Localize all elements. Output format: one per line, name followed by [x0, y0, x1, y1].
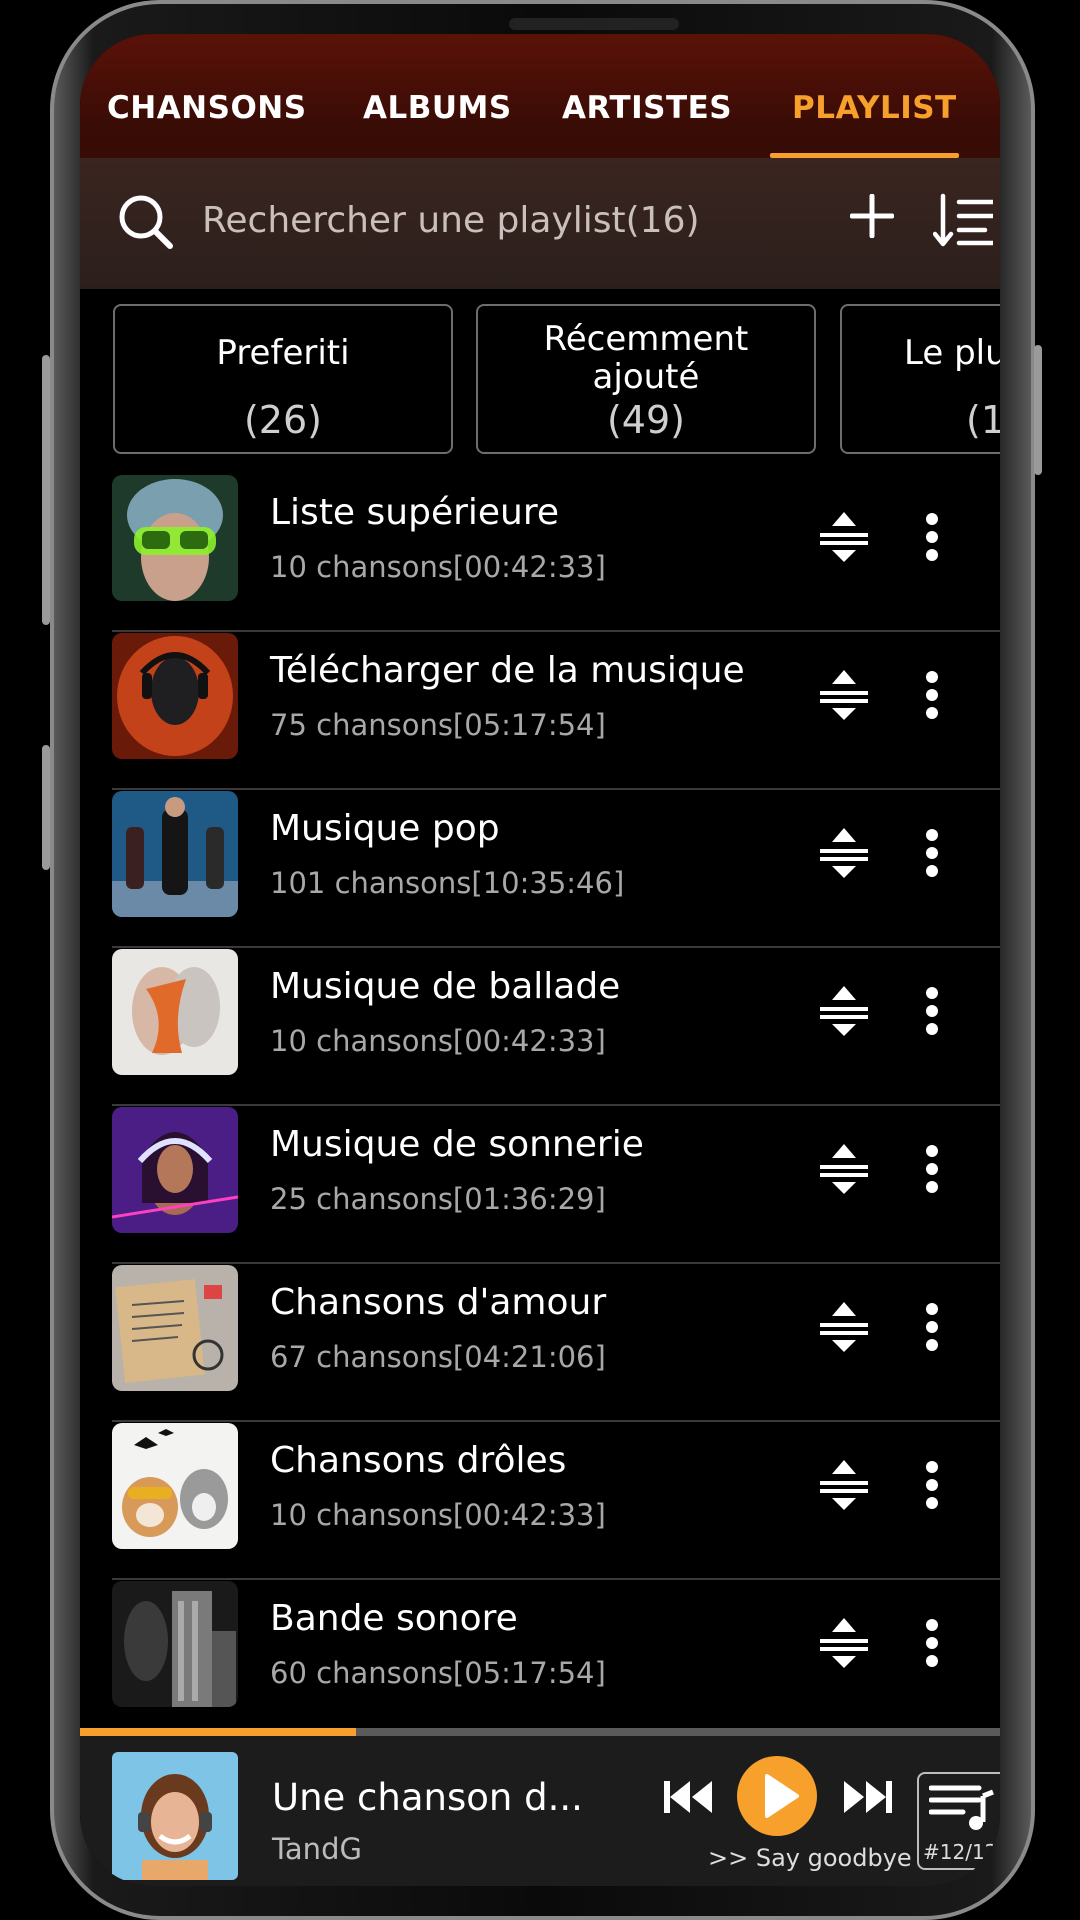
more-options-icon[interactable]	[924, 1618, 940, 1668]
list-item[interactable]: Bande sonore 60 chansons[05:17:54]	[112, 1580, 1000, 1738]
tab-albums[interactable]: ALBUMS	[363, 90, 512, 126]
playlist-subtitle: 25 chansons[01:36:29]	[270, 1182, 606, 1216]
list-item[interactable]: Chansons d'amour 67 chansons[04:21:06]	[112, 1264, 1000, 1422]
category-title: Le plu	[904, 333, 1000, 373]
drag-handle-icon[interactable]	[818, 1614, 870, 1672]
play-button[interactable]	[737, 1756, 817, 1836]
tab-bar: CHANSONS ALBUMS ARTISTES PLAYLIST	[80, 34, 1000, 158]
playlist-title: Musique de ballade	[270, 966, 621, 1007]
list-item[interactable]: Musique pop 101 chansons[10:35:46]	[112, 790, 1000, 948]
drag-handle-icon[interactable]	[818, 1298, 870, 1356]
now-playing-thumbnail	[112, 1752, 238, 1880]
app-screen: CHANSONS ALBUMS ARTISTES PLAYLIST Recher…	[80, 34, 1000, 1886]
category-title: Récemment ajouté	[543, 319, 749, 397]
playlist-thumbnail	[112, 633, 238, 759]
playlist-thumbnail	[112, 1423, 238, 1549]
header: CHANSONS ALBUMS ARTISTES PLAYLIST Recher…	[80, 34, 1000, 289]
playlist-title: Bande sonore	[270, 1598, 518, 1639]
more-options-icon[interactable]	[924, 512, 940, 562]
playlist-thumbnail	[112, 1265, 238, 1391]
drag-handle-icon[interactable]	[818, 1140, 870, 1198]
more-options-icon[interactable]	[924, 986, 940, 1036]
more-options-icon[interactable]	[924, 1460, 940, 1510]
category-card-preferiti[interactable]: Preferiti (26)	[113, 304, 453, 454]
queue-button[interactable]: #12/1237	[917, 1772, 1000, 1870]
playlist-title: Musique pop	[270, 808, 500, 849]
playlist-subtitle: 10 chansons[00:42:33]	[270, 1024, 606, 1058]
queue-position: #12/1237	[923, 1840, 1000, 1864]
search-icon[interactable]	[116, 192, 176, 252]
playlist-title: Télécharger de la musique	[270, 650, 745, 691]
play-icon	[765, 1774, 799, 1818]
playlist-thumbnail	[112, 1581, 238, 1707]
earpiece	[509, 18, 679, 30]
more-options-icon[interactable]	[924, 828, 940, 878]
playlist-subtitle: 10 chansons[00:42:33]	[270, 1498, 606, 1532]
drag-handle-icon[interactable]	[818, 508, 870, 566]
playlist-thumbnail	[112, 949, 238, 1075]
more-options-icon[interactable]	[924, 1302, 940, 1352]
playlist-subtitle: 67 chansons[04:21:06]	[270, 1340, 606, 1374]
volume-down-button	[42, 745, 50, 870]
playlist-thumbnail	[112, 475, 238, 601]
more-options-icon[interactable]	[924, 1144, 940, 1194]
mini-player[interactable]: Une chanson d... TandG >> Say goodbye #1…	[80, 1736, 1000, 1886]
previous-track-icon[interactable]	[662, 1778, 714, 1816]
playlist-title: Chansons drôles	[270, 1440, 567, 1481]
category-count: (26)	[243, 398, 322, 442]
category-title: Preferiti	[216, 333, 350, 373]
power-button	[1034, 345, 1042, 475]
more-options-icon[interactable]	[924, 670, 940, 720]
playback-progress-fill	[80, 1728, 356, 1736]
drag-handle-icon[interactable]	[818, 1456, 870, 1514]
drag-handle-icon[interactable]	[818, 824, 870, 882]
playlist-subtitle: 60 chansons[05:17:54]	[270, 1656, 606, 1690]
list-item[interactable]: Liste supérieure 10 chansons[00:42:33]	[112, 474, 1000, 632]
sort-icon[interactable]	[933, 192, 993, 248]
add-playlist-icon[interactable]	[850, 194, 894, 238]
playlist-subtitle: 101 chansons[10:35:46]	[270, 866, 625, 900]
now-playing-artist: TandG	[272, 1832, 362, 1866]
category-count: (1(	[966, 398, 1000, 442]
next-track-icon[interactable]	[842, 1778, 894, 1816]
playlist-thumbnail	[112, 791, 238, 917]
playlist-subtitle: 10 chansons[00:42:33]	[270, 550, 606, 584]
drag-handle-icon[interactable]	[818, 982, 870, 1040]
playlist-title: Musique de sonnerie	[270, 1124, 644, 1165]
playlist-subtitle: 75 chansons[05:17:54]	[270, 708, 606, 742]
drag-handle-icon[interactable]	[818, 666, 870, 724]
search-input[interactable]: Rechercher une playlist(16)	[202, 200, 700, 241]
tab-artistes[interactable]: ARTISTES	[562, 90, 732, 126]
search-bar: Rechercher une playlist(16)	[80, 158, 1000, 289]
now-playing-title: Une chanson d...	[272, 1776, 583, 1819]
category-card-most[interactable]: Le plu (1(	[840, 304, 1000, 454]
playlist-title: Chansons d'amour	[270, 1282, 607, 1323]
category-card-recent[interactable]: Récemment ajouté (49)	[476, 304, 816, 454]
list-item[interactable]: Chansons drôles 10 chansons[00:42:33]	[112, 1422, 1000, 1580]
category-count: (49)	[606, 398, 685, 442]
queue-music-icon	[929, 1785, 994, 1830]
playlist-title: Liste supérieure	[270, 492, 560, 533]
list-item[interactable]: Télécharger de la musique 75 chansons[05…	[112, 632, 1000, 790]
tab-chansons[interactable]: CHANSONS	[107, 90, 307, 126]
tab-playlist[interactable]: PLAYLIST	[792, 90, 957, 126]
volume-up-button	[42, 355, 50, 625]
list-item[interactable]: Musique de sonnerie 25 chansons[01:36:29…	[112, 1106, 1000, 1264]
playlist-thumbnail	[112, 1107, 238, 1233]
category-cards: Preferiti (26) Récemment ajouté (49) Le …	[80, 304, 1000, 459]
list-item[interactable]: Musique de ballade 10 chansons[00:42:33]	[112, 948, 1000, 1106]
up-next-label: >> Say goodbye	[708, 1844, 912, 1872]
playback-progress-bar[interactable]	[80, 1728, 1000, 1736]
